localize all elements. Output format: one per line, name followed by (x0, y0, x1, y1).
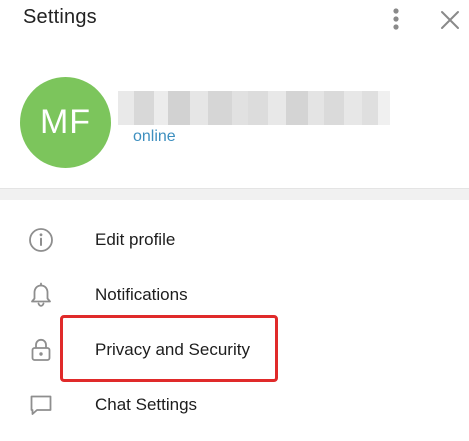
menu-item-edit-profile[interactable]: Edit profile (0, 213, 469, 268)
bell-icon (27, 281, 55, 309)
menu-item-label: Chat Settings (95, 395, 198, 414)
menu-item-chat-settings[interactable]: Chat Settings (0, 378, 469, 433)
avatar[interactable]: MF (20, 77, 111, 168)
menu-item-notifications[interactable]: Notifications (0, 268, 469, 323)
page-title: Settings (23, 6, 97, 28)
section-divider (0, 188, 469, 200)
close-icon[interactable] (438, 8, 462, 32)
profile-name-redacted (118, 91, 390, 125)
kebab-menu-icon[interactable] (386, 6, 406, 32)
menu-item-privacy-security[interactable]: Privacy and Security (0, 323, 469, 378)
menu-item-label: Privacy and Security (95, 340, 250, 359)
info-icon (27, 226, 55, 254)
chat-bubble-icon (27, 391, 55, 419)
settings-header: Settings (0, 0, 469, 40)
menu-item-label: Notifications (95, 285, 188, 304)
menu-item-label: Edit profile (95, 230, 176, 249)
profile-section: MF online (0, 40, 469, 188)
online-status: online (133, 128, 176, 145)
lock-icon (27, 336, 55, 364)
avatar-initials: MF (39, 103, 92, 141)
